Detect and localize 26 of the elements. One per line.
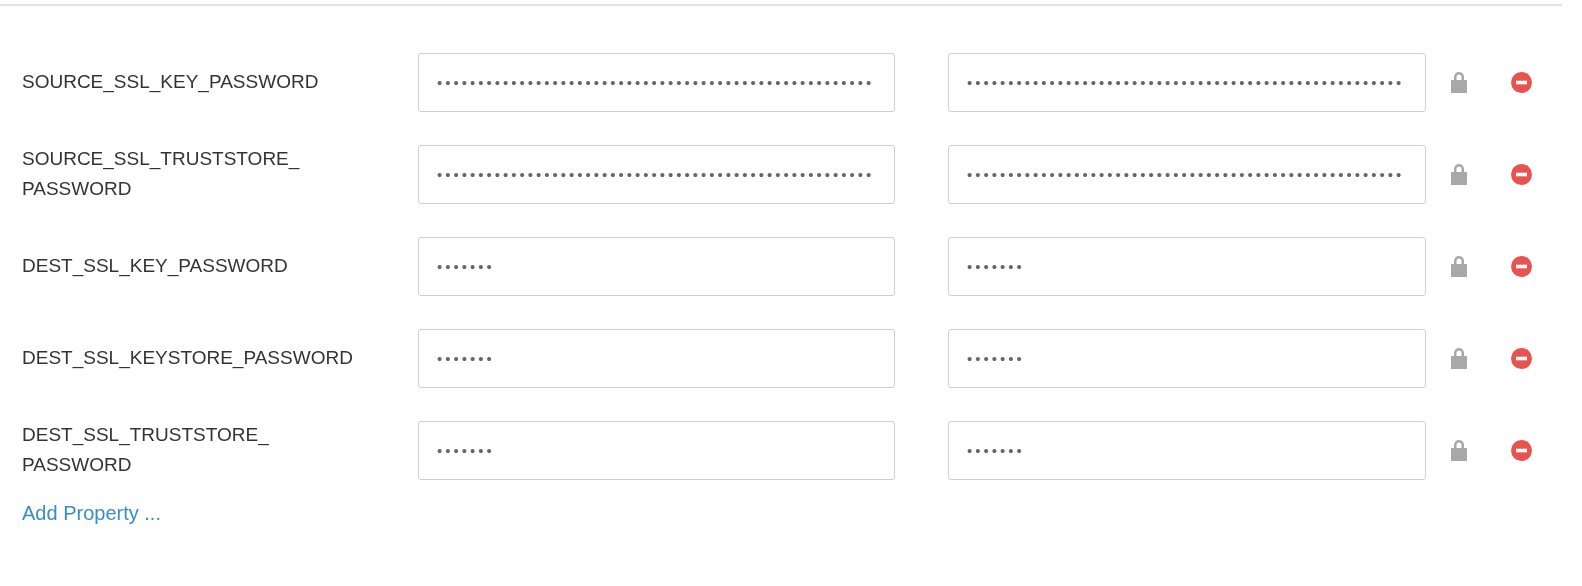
- remove-icon[interactable]: [1511, 439, 1532, 461]
- value-field[interactable]: •••••••: [948, 328, 1426, 388]
- property-name: SOURCE_SSL_KEY_PASSWORD: [22, 70, 320, 95]
- value-field[interactable]: •••••••: [948, 236, 1426, 296]
- lock-icon[interactable]: [1449, 71, 1469, 93]
- value-field[interactable]: •••••••••••••••••••••••••••••••••••••••••••••••••••••: [418, 144, 895, 204]
- lock-icon[interactable]: [1449, 347, 1469, 369]
- lock-icon[interactable]: [1449, 255, 1469, 277]
- property-name: DEST_SSL_TRUSTSTORE_ PASSWORD: [22, 423, 270, 477]
- add-property-link[interactable]: Add Property ...: [22, 498, 161, 528]
- value-field[interactable]: •••••••••••••••••••••••••••••••••••••••••••••••••••••: [948, 52, 1426, 112]
- value-field[interactable]: •••••••••••••••••••••••••••••••••••••••••••••••••••••: [948, 144, 1426, 204]
- remove-icon[interactable]: [1511, 163, 1532, 185]
- value-field[interactable]: •••••••: [418, 420, 895, 480]
- remove-icon[interactable]: [1511, 347, 1532, 369]
- value-field[interactable]: •••••••: [948, 420, 1426, 480]
- remove-icon[interactable]: [1511, 255, 1532, 277]
- lock-icon[interactable]: [1449, 439, 1469, 461]
- value-field[interactable]: •••••••••••••••••••••••••••••••••••••••••••••••••••••: [418, 52, 895, 112]
- remove-icon[interactable]: [1511, 71, 1532, 93]
- lock-icon[interactable]: [1449, 163, 1469, 185]
- property-name: DEST_SSL_KEYSTORE_PASSWORD: [22, 346, 354, 371]
- value-field[interactable]: •••••••: [418, 236, 895, 296]
- property-name: SOURCE_SSL_TRUSTSTORE_ PASSWORD: [22, 147, 301, 201]
- value-field[interactable]: •••••••: [418, 328, 895, 388]
- property-name: DEST_SSL_KEY_PASSWORD: [22, 254, 289, 279]
